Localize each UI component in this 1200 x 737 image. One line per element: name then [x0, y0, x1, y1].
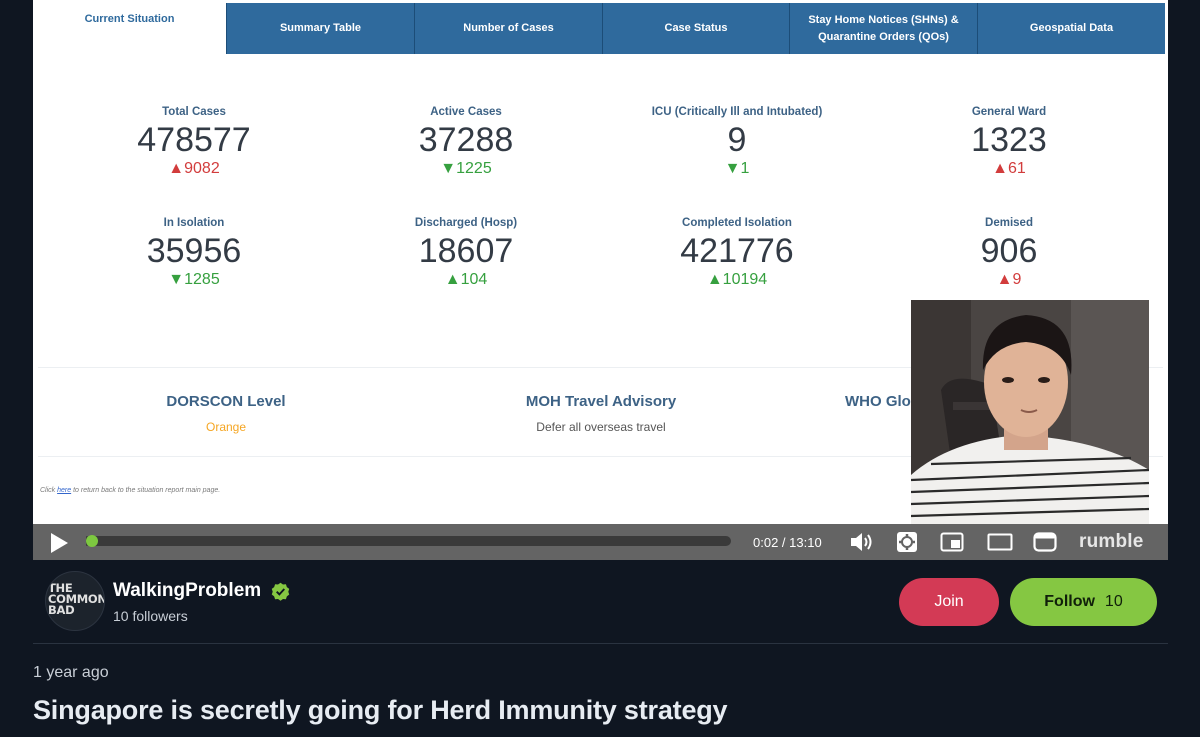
avatar[interactable]: THE COMMON BAD [45, 571, 105, 631]
pip-icon[interactable] [940, 532, 964, 552]
metric-total-cases: Total Cases 478577 ▲9082 [74, 106, 314, 178]
video-player[interactable]: Current Situation Summary Table Number o… [33, 0, 1168, 560]
presenter-image [911, 300, 1149, 524]
metric-value: 906 [980, 232, 1038, 270]
metric-label: In Isolation [163, 217, 225, 229]
arrow-down-icon: ▼ [168, 271, 185, 288]
tab-summary-table: Summary Table [226, 3, 414, 54]
dashboard-tabs: Current Situation Summary Table Number o… [33, 3, 1165, 54]
dorscon-title: DORSCON Level [166, 393, 286, 410]
metric-delta: ▲9082 [168, 160, 220, 177]
metric-delta: ▼1 [724, 160, 750, 177]
metric-label: General Ward [971, 106, 1047, 118]
metric-general-ward: General Ward 1323 ▲61 [889, 106, 1129, 178]
travel-advisory-title: MOH Travel Advisory [525, 393, 677, 410]
metric-value: 37288 [418, 121, 514, 159]
metric-label: ICU (Critically Ill and Intubated) [651, 106, 823, 118]
metric-delta: ▲61 [992, 160, 1026, 177]
channel-bar: THE COMMON BAD WalkingProblem 10 followe… [33, 560, 1168, 644]
tab-geospatial-data: Geospatial Data [977, 3, 1165, 54]
return-link: here [57, 487, 72, 494]
settings-icon[interactable] [896, 531, 918, 553]
dorscon-value: Orange [205, 420, 247, 434]
metric-value: 478577 [137, 121, 251, 159]
arrow-up-icon: ▲ [996, 271, 1013, 288]
who-title: WHO Glo [845, 393, 911, 410]
progress-track[interactable] [86, 536, 731, 546]
follow-button[interactable]: Follow 10 [1010, 578, 1157, 626]
metric-label: Demised [985, 217, 1033, 229]
metric-delta: ▼1285 [168, 271, 220, 288]
metric-icu: ICU (Critically Ill and Intubated) 9 ▼1 [617, 106, 857, 178]
metric-delta: ▲10194 [706, 271, 768, 288]
player-controls: 0:02 / 13:10 rumble [33, 524, 1168, 560]
metric-delta: ▼1225 [440, 160, 492, 177]
metric-label: Active Cases [430, 106, 502, 118]
join-button[interactable]: Join [899, 578, 999, 626]
arrow-up-icon: ▲ [706, 271, 723, 288]
travel-advisory-panel: MOH Travel Advisory Defer all overseas t… [481, 393, 721, 434]
metric-active-cases: Active Cases 37288 ▼1225 [346, 106, 586, 178]
who-panel: WHO Glo [845, 393, 911, 410]
metric-delta: ▲104 [444, 271, 488, 288]
follower-count: 10 followers [113, 608, 188, 624]
channel-name[interactable]: WalkingProblem [113, 580, 261, 602]
metric-label: Completed Isolation [682, 217, 792, 229]
video-page: Current Situation Summary Table Number o… [0, 0, 1200, 737]
travel-advisory-value: Defer all overseas travel [536, 420, 666, 434]
avatar-text: THE COMMON BAD [48, 581, 105, 617]
rumble-logo[interactable]: rumble [1079, 531, 1144, 553]
fullscreen-icon[interactable] [1033, 532, 1057, 552]
metric-delta: ▲9 [996, 271, 1022, 288]
footnote: Click here to return back to the situati… [40, 487, 221, 494]
play-icon[interactable] [49, 532, 69, 554]
metric-value: 421776 [680, 232, 794, 270]
follow-label: Follow [1044, 593, 1095, 610]
progress-knob[interactable] [86, 535, 98, 547]
metric-completed-isolation: Completed Isolation 421776 ▲10194 [617, 217, 857, 289]
tab-case-status: Case Status [602, 3, 789, 54]
metric-label: Total Cases [162, 106, 226, 118]
metric-value: 9 [727, 121, 747, 159]
metric-label: Discharged (Hosp) [414, 217, 518, 229]
time-display: 0:02 / 13:10 [753, 535, 822, 550]
posted-time: 1 year ago [33, 664, 109, 681]
arrow-up-icon: ▲ [168, 160, 185, 177]
verified-icon [271, 582, 290, 601]
metric-discharged: Discharged (Hosp) 18607 ▲104 [346, 217, 586, 289]
webcam-overlay [911, 300, 1149, 524]
tab-current-situation: Current Situation [33, 3, 226, 54]
tab-number-of-cases: Number of Cases [414, 3, 602, 54]
arrow-up-icon: ▲ [444, 271, 461, 288]
metric-in-isolation: In Isolation 35956 ▼1285 [74, 217, 314, 289]
video-title: Singapore is secretly going for Herd Imm… [33, 695, 728, 725]
follow-count: 10 [1104, 593, 1123, 610]
metric-value: 18607 [418, 232, 514, 270]
volume-icon[interactable] [849, 531, 875, 553]
tab-shn-qo: Stay Home Notices (SHNs) & Quarantine Or… [789, 3, 977, 54]
arrow-down-icon: ▼ [440, 160, 457, 177]
theater-icon[interactable] [987, 532, 1013, 552]
metric-value: 1323 [971, 121, 1047, 159]
dorscon-panel: DORSCON Level Orange [126, 393, 326, 434]
arrow-up-icon: ▲ [992, 160, 1009, 177]
arrow-down-icon: ▼ [724, 160, 741, 177]
metric-value: 35956 [146, 232, 242, 270]
metric-demised: Demised 906 ▲9 [889, 217, 1129, 289]
